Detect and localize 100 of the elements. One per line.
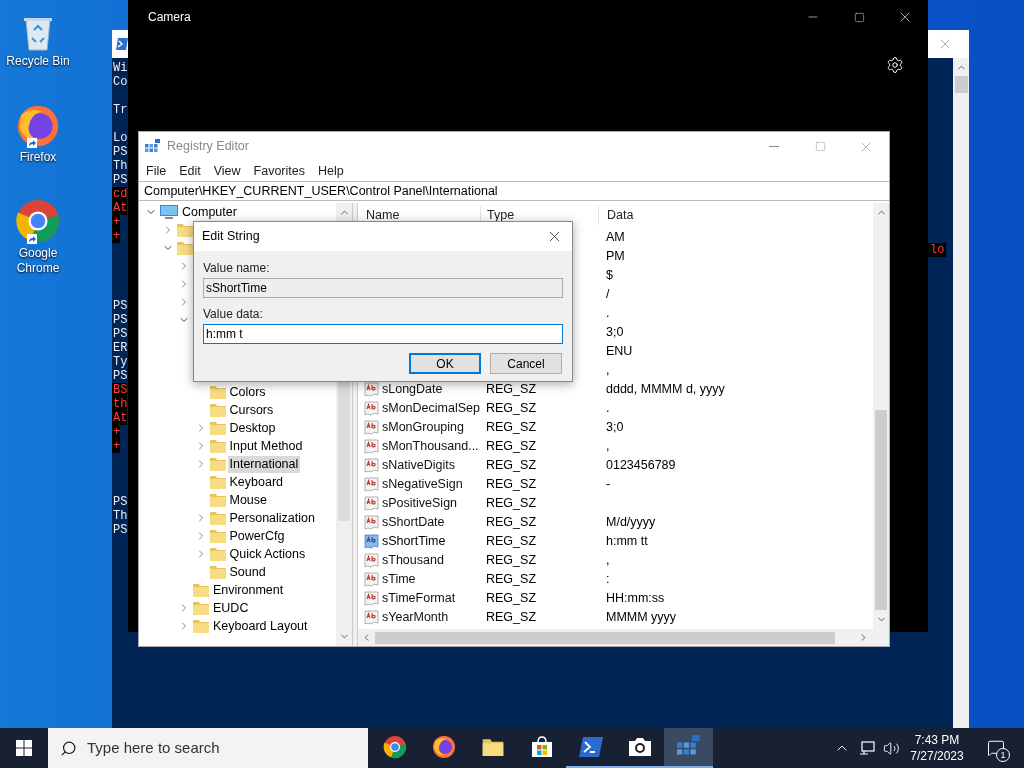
value-name[interactable]: sYearMonth — [382, 608, 449, 627]
menu-item[interactable]: Help — [318, 162, 344, 180]
console-text: cd — [112, 187, 128, 201]
tree-item[interactable]: International — [227, 455, 301, 473]
text-field[interactable]: sShortTime — [203, 278, 563, 298]
folder-icon — [193, 619, 209, 633]
console-text: Co — [112, 75, 128, 89]
tree-item[interactable]: Sound — [227, 563, 268, 581]
scroll-thumb[interactable] — [375, 631, 835, 644]
powershell-icon — [578, 737, 603, 757]
folder-icon — [193, 601, 209, 615]
menu-item[interactable]: Favorites — [253, 162, 305, 180]
console-text: Th — [112, 159, 128, 173]
powershell-icon — [116, 38, 128, 50]
folder-icon — [209, 457, 226, 471]
folder-icon — [209, 439, 226, 453]
tree-item[interactable]: PowerCfg — [227, 527, 287, 545]
console-text: PS — [112, 299, 128, 313]
tree-item[interactable]: Input Method — [227, 437, 305, 455]
value-name[interactable]: sMonGrouping — [382, 418, 464, 437]
column-header[interactable]: Name — [358, 206, 480, 225]
value-type: REG_SZ — [486, 401, 536, 416]
value-type: REG_SZ — [486, 515, 536, 530]
tree-item[interactable]: EUDC — [211, 599, 251, 617]
console-text: Ty — [112, 355, 128, 369]
desktop-icon-label[interactable]: Recycle Bin — [3, 54, 73, 69]
volume-icon[interactable] — [883, 739, 900, 757]
tree-item[interactable]: Mouse — [227, 491, 270, 509]
desktop-icon-label[interactable]: Firefox — [3, 150, 73, 165]
clock-time[interactable]: 7:43 PM — [914, 732, 960, 748]
tree-item[interactable]: Computer — [180, 203, 239, 221]
text-field[interactable]: h:mm t — [203, 324, 563, 344]
search-box[interactable]: Type here to search — [48, 728, 368, 768]
console-text: PS — [112, 495, 128, 509]
value-name[interactable]: sShortTime — [382, 532, 446, 551]
tree-item[interactable]: Environment — [211, 581, 286, 599]
value-data: . — [606, 306, 610, 321]
value-name[interactable]: sLongDate — [382, 380, 443, 399]
scroll-thumb[interactable] — [954, 76, 968, 93]
value-name[interactable]: sMonDecimalSep — [382, 399, 480, 418]
console-text: At — [112, 411, 128, 425]
tree-item[interactable]: Keyboard Layout — [211, 617, 310, 635]
window-title: Camera — [148, 9, 191, 26]
folder-icon — [193, 583, 209, 597]
value-name[interactable]: sNativeDigits — [382, 456, 455, 475]
tree-item[interactable]: Keyboard — [227, 473, 285, 491]
value-name[interactable]: sTimeFormat — [382, 589, 456, 608]
console-text: + — [112, 425, 121, 439]
field-label: Value name: — [203, 260, 271, 276]
tree-item[interactable]: Personalization — [227, 509, 317, 527]
folder-icon — [209, 511, 226, 525]
notifications-button[interactable]: 1 — [976, 728, 1016, 768]
value-type: REG_SZ — [486, 382, 536, 397]
dialog-button[interactable]: Cancel — [490, 353, 562, 374]
dialog-button[interactable]: OK — [409, 353, 481, 374]
value-name[interactable]: sNegativeSign — [382, 475, 463, 494]
value-name[interactable]: sShortDate — [382, 513, 445, 532]
network-icon[interactable] — [859, 740, 875, 756]
value-data: . — [606, 401, 610, 416]
column-header[interactable]: Data — [598, 206, 634, 225]
registry-icon — [145, 138, 161, 155]
chrome-icon — [15, 198, 61, 244]
maximize-icon — [814, 141, 826, 152]
camera-icon — [627, 737, 652, 757]
value-type: REG_SZ — [486, 591, 536, 606]
value-name[interactable]: sThousand — [382, 551, 444, 570]
value-name[interactable]: sPositiveSign — [382, 494, 458, 513]
console-text: + — [112, 439, 121, 453]
folder-icon — [209, 421, 226, 435]
folder-icon — [209, 403, 226, 417]
console-text: PS — [112, 173, 128, 187]
address-bar[interactable]: Computer\HKEY_CURRENT_USER\Control Panel\International — [139, 181, 889, 201]
value-name[interactable]: sMonThousand... — [382, 437, 479, 456]
desktop-icon-label[interactable]: Google Chrome — [3, 246, 73, 276]
value-type: REG_SZ — [486, 572, 536, 587]
value-data: PM — [606, 249, 625, 264]
menu-item[interactable]: File — [146, 162, 167, 180]
console-text: PS — [112, 523, 128, 537]
value-data: , — [606, 363, 610, 378]
menu-item[interactable]: Edit — [179, 162, 201, 180]
value-data: M/d/yyyy — [606, 515, 656, 530]
dialog-title: Edit String — [202, 228, 260, 246]
console-text: At — [112, 201, 128, 215]
chrome-icon — [382, 735, 407, 759]
value-data: $ — [606, 268, 613, 283]
value-name[interactable]: sTime — [382, 570, 416, 589]
value-data: 3;0 — [606, 420, 624, 435]
console-text: PS — [112, 369, 128, 383]
scroll-thumb[interactable] — [875, 410, 887, 610]
clock-date[interactable]: 7/27/2023 — [910, 748, 964, 764]
tree-item[interactable]: Colors — [227, 383, 268, 401]
menu-item[interactable]: View — [213, 162, 241, 180]
tree-item[interactable]: Quick Actions — [227, 545, 308, 563]
console-text: PS — [112, 327, 128, 341]
console-text: ER — [112, 341, 128, 355]
tree-item[interactable]: Cursors — [227, 401, 276, 419]
console-text: BS — [112, 383, 128, 397]
value-data: ENU — [606, 344, 633, 359]
tree-item[interactable]: Desktop — [227, 419, 278, 437]
computer-icon — [160, 205, 178, 219]
